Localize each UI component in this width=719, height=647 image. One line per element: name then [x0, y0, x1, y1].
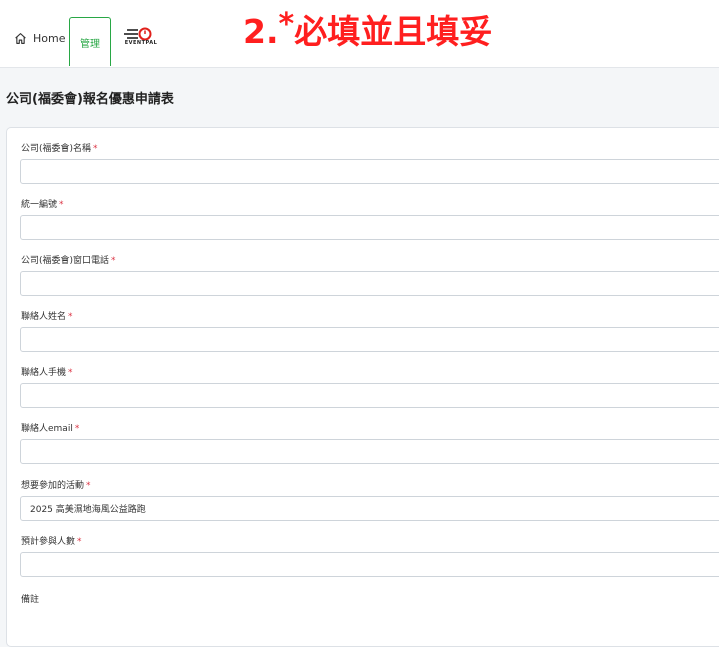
page-title: 公司(福委會)報名優惠申請表: [6, 92, 174, 107]
field-label-tax-id: 統一編號 *: [21, 200, 64, 210]
field-label-notes: 備註: [21, 595, 40, 605]
field-label-contact-mobile: 聯絡人手機 *: [21, 368, 73, 378]
field-label-contact-name: 聯絡人姓名 *: [21, 312, 73, 322]
field-label-participants: 預計參與人數 *: [21, 537, 82, 547]
annotation-text: 必填並且填妥: [294, 12, 493, 51]
eventpal-logo[interactable]: EVENTPAL: [118, 26, 164, 48]
contact-phone-input[interactable]: [20, 271, 719, 296]
participants-input[interactable]: [20, 552, 719, 577]
field-label-event: 想要參加的活動 *: [21, 481, 91, 491]
nav-home-label: Home: [33, 31, 66, 45]
home-icon: [15, 32, 26, 44]
field-label-contact-phone: 公司(福委會)窗口電話 *: [21, 256, 116, 266]
field-label-contact-email: 聯絡人email *: [21, 424, 80, 434]
company-name-input[interactable]: [20, 159, 719, 184]
annotation-prefix: 2.: [243, 12, 279, 51]
nav-admin-label: 管理: [80, 38, 100, 50]
nav-home-link[interactable]: Home: [14, 28, 65, 48]
event-select[interactable]: 2025 高美濕地海風公益路跑: [20, 496, 719, 521]
annotation-star: *: [278, 7, 295, 42]
top-navbar: Home 管理 EVENTPAL 2.*必填並且填妥: [0, 0, 719, 68]
tax-id-input[interactable]: [20, 215, 719, 240]
logo-text: EVENTPAL: [124, 40, 158, 46]
logo-mark-icon: [124, 27, 152, 41]
contact-email-input[interactable]: [20, 439, 719, 464]
contact-mobile-input[interactable]: [20, 383, 719, 408]
contact-name-input[interactable]: [20, 327, 719, 352]
nav-admin-tab[interactable]: 管理: [69, 17, 111, 66]
field-label-company-name: 公司(福委會)名稱 *: [21, 144, 98, 154]
instruction-annotation: 2.*必填並且填妥: [243, 7, 493, 56]
